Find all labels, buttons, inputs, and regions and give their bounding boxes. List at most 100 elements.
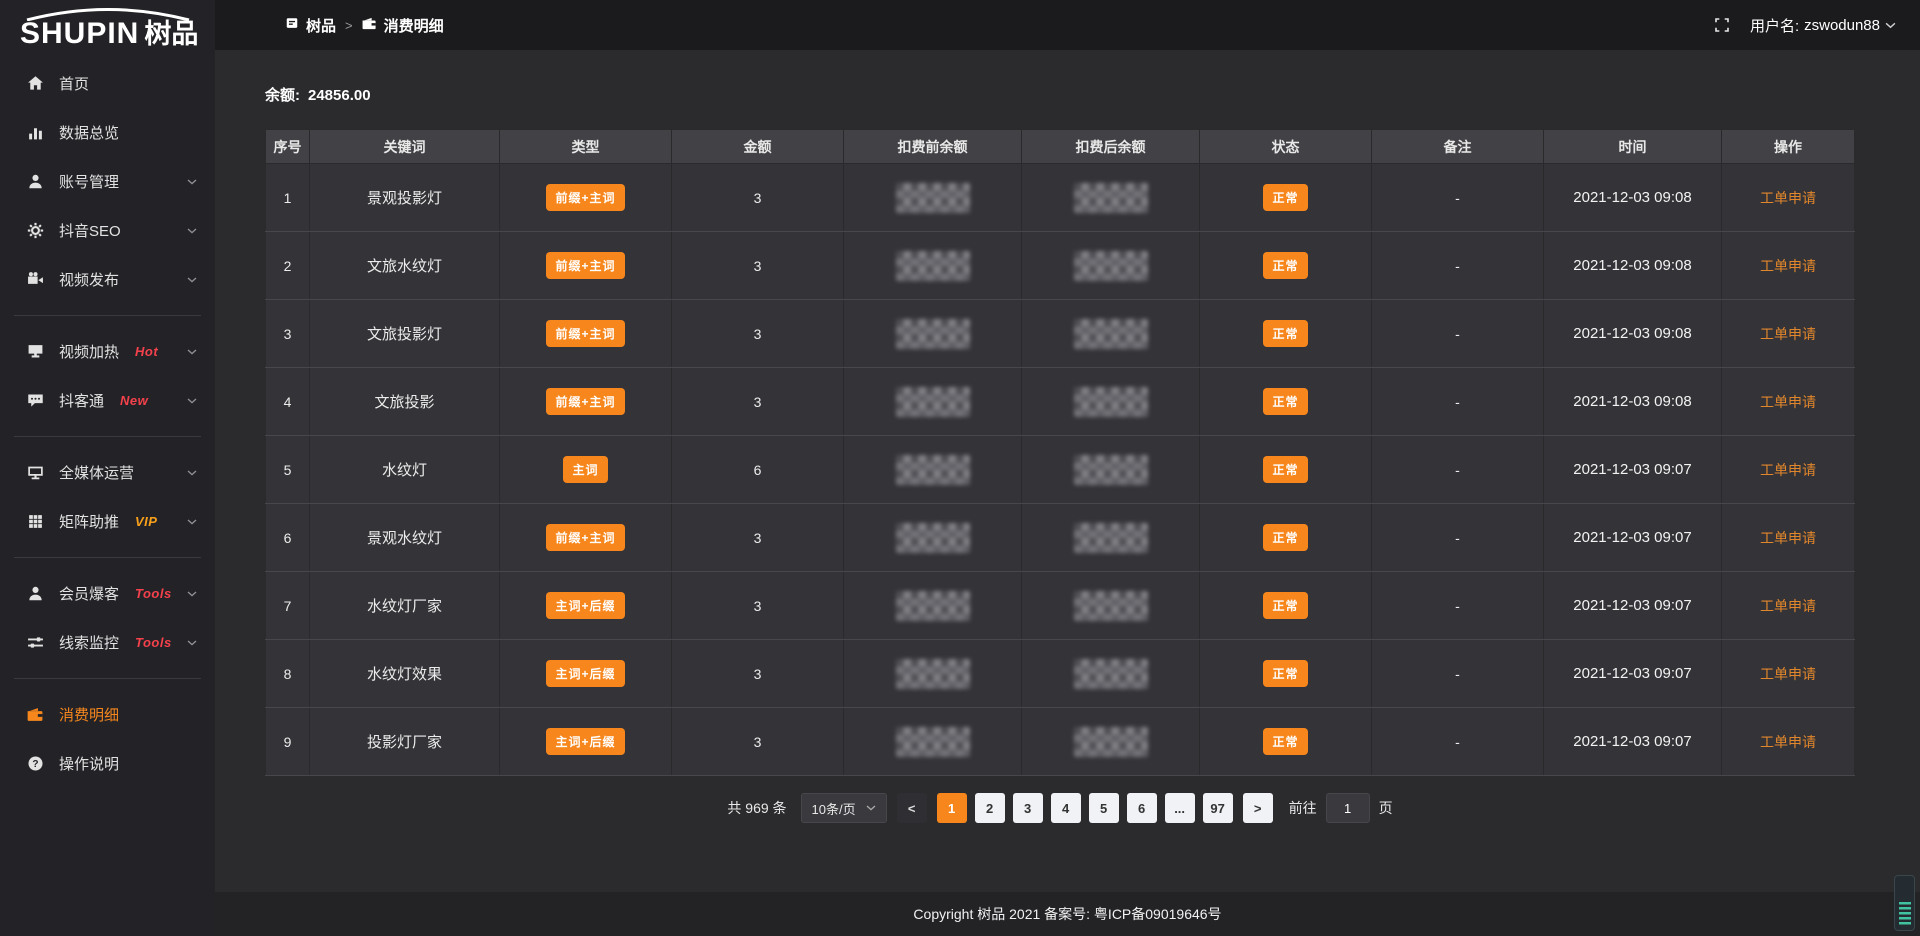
- page-buttons: 123456... 97: [937, 793, 1233, 823]
- cell-keyword: 景观投影灯: [310, 164, 500, 232]
- username-label: 用户名:: [1750, 15, 1799, 36]
- cell-status: 正常: [1200, 504, 1372, 572]
- sidebar-item-label: 矩阵助推: [59, 511, 119, 532]
- sidebar-item-home[interactable]: 首页: [0, 59, 215, 108]
- cell-type: 前缀+主词: [500, 232, 672, 300]
- consumption-table: 序号关键词类型金额扣费前余额扣费后余额状态备注时间操作 1 景观投影灯 前缀+主…: [265, 129, 1855, 776]
- prev-page-button[interactable]: <: [897, 793, 927, 823]
- sidebar-item-instructions[interactable]: ? 操作说明: [0, 739, 215, 788]
- redacted-balance-after: [1074, 319, 1148, 349]
- cell-time: 2021-12-03 09:07: [1544, 504, 1722, 572]
- total-count: 共 969 条: [727, 798, 786, 818]
- sidebar-item-video-heat[interactable]: 视频加热 Hot: [0, 327, 215, 376]
- sidebar-item-lead-monitor[interactable]: 线索监控 Tools: [0, 618, 215, 667]
- cell-index: 7: [266, 572, 310, 640]
- table-row: 2 文旅水纹灯 前缀+主词 3 正常 - 2021-12-03 09:08 工单…: [266, 232, 1855, 300]
- user-menu[interactable]: 用户名: zswodun88: [1750, 15, 1896, 36]
- side-widget[interactable]: [1894, 875, 1915, 931]
- question-icon: ?: [26, 755, 44, 773]
- cell-time: 2021-12-03 09:08: [1544, 232, 1722, 300]
- status-badge: 正常: [1263, 388, 1307, 415]
- pagination: 共 969 条 10条/页 < 123456...97 > 前往 页: [265, 793, 1855, 823]
- cell-remark: -: [1372, 164, 1544, 232]
- redacted-balance-after: [1074, 183, 1148, 213]
- cell-action: 工单申请: [1722, 164, 1855, 232]
- cell-index: 6: [266, 504, 310, 572]
- chevron-down-icon: [187, 228, 197, 234]
- work-order-link[interactable]: 工单申请: [1760, 462, 1816, 478]
- redacted-balance-before: [896, 455, 970, 485]
- page-ellipsis-button[interactable]: ...: [1165, 793, 1195, 823]
- column-header: 金额: [672, 130, 844, 164]
- fullscreen-icon[interactable]: [1714, 17, 1730, 33]
- work-order-link[interactable]: 工单申请: [1760, 530, 1816, 546]
- cell-amount: 3: [672, 232, 844, 300]
- app-icon: [285, 16, 299, 34]
- cell-balance-after: [1022, 300, 1200, 368]
- logo-text-en: SHUPIN: [20, 19, 139, 49]
- page-button[interactable]: 3: [1013, 793, 1043, 823]
- work-order-link[interactable]: 工单申请: [1760, 190, 1816, 206]
- work-order-link[interactable]: 工单申请: [1760, 326, 1816, 342]
- cell-balance-after: [1022, 640, 1200, 708]
- chevron-down-icon: [187, 277, 197, 283]
- goto-page-input[interactable]: [1326, 793, 1370, 823]
- column-header: 扣费后余额: [1022, 130, 1200, 164]
- breadcrumb-current[interactable]: 消费明细: [362, 15, 444, 36]
- page-button[interactable]: 4: [1051, 793, 1081, 823]
- cell-amount: 3: [672, 368, 844, 436]
- work-order-link[interactable]: 工单申请: [1760, 394, 1816, 410]
- work-order-link[interactable]: 工单申请: [1760, 734, 1816, 750]
- sidebar-item-member-burst[interactable]: 会员爆客 Tools: [0, 569, 215, 618]
- svg-text:?: ?: [32, 759, 38, 770]
- cell-time: 2021-12-03 09:08: [1544, 300, 1722, 368]
- column-header: 时间: [1544, 130, 1722, 164]
- cell-balance-after: [1022, 368, 1200, 436]
- cell-time: 2021-12-03 09:08: [1544, 164, 1722, 232]
- cell-time: 2021-12-03 09:08: [1544, 368, 1722, 436]
- cell-action: 工单申请: [1722, 436, 1855, 504]
- sidebar-item-account[interactable]: 账号管理: [0, 157, 215, 206]
- work-order-link[interactable]: 工单申请: [1760, 666, 1816, 682]
- cell-remark: -: [1372, 708, 1544, 776]
- table-row: 7 水纹灯厂家 主词+后缀 3 正常 - 2021-12-03 09:07 工单…: [266, 572, 1855, 640]
- sidebar-item-doketong[interactable]: 抖客通 New: [0, 376, 215, 425]
- chevron-down-icon: [187, 470, 197, 476]
- chevron-down-icon: [187, 591, 197, 597]
- page-button[interactable]: 6: [1127, 793, 1157, 823]
- user-icon: [26, 173, 44, 191]
- sidebar-item-douyin-seo[interactable]: 抖音SEO: [0, 206, 215, 255]
- username-value: zswodun88: [1804, 17, 1880, 34]
- page-size-select[interactable]: 10条/页: [801, 793, 887, 823]
- next-page-button[interactable]: >: [1243, 793, 1273, 823]
- sidebar-item-data-overview[interactable]: 数据总览: [0, 108, 215, 157]
- sidebar-item-matrix-boost[interactable]: 矩阵助推 VIP: [0, 497, 215, 546]
- topbar: 树品 > 消费明细 用户名: zswodun88: [215, 0, 1920, 50]
- sidebar-item-label: 全媒体运营: [59, 462, 134, 483]
- page-button[interactable]: 2: [975, 793, 1005, 823]
- sidebar-item-video-publish[interactable]: 视频发布: [0, 255, 215, 304]
- redacted-balance-before: [896, 591, 970, 621]
- cell-keyword: 投影灯厂家: [310, 708, 500, 776]
- grid-icon: [26, 513, 44, 531]
- breadcrumb-root-label: 树品: [306, 15, 336, 36]
- sidebar-item-tag: New: [120, 393, 148, 408]
- balance-label: 余额:: [265, 87, 300, 104]
- sidebar-item-consumption-detail[interactable]: 消费明细: [0, 690, 215, 739]
- cell-keyword: 水纹灯: [310, 436, 500, 504]
- type-badge: 主词+后缀: [546, 728, 624, 755]
- sidebar-item-label: 账号管理: [59, 171, 119, 192]
- page-button[interactable]: 1: [937, 793, 967, 823]
- status-badge: 正常: [1263, 184, 1307, 211]
- work-order-link[interactable]: 工单申请: [1760, 258, 1816, 274]
- cell-keyword: 文旅投影: [310, 368, 500, 436]
- breadcrumb-root[interactable]: 树品: [285, 15, 336, 36]
- wallet-icon: [362, 16, 377, 35]
- page-button[interactable]: 5: [1089, 793, 1119, 823]
- page-button[interactable]: 97: [1203, 793, 1233, 823]
- work-order-link[interactable]: 工单申请: [1760, 598, 1816, 614]
- sidebar-item-media-operation[interactable]: 全媒体运营: [0, 448, 215, 497]
- status-badge: 正常: [1263, 524, 1307, 551]
- sidebar-divider: [14, 678, 201, 679]
- redacted-balance-after: [1074, 523, 1148, 553]
